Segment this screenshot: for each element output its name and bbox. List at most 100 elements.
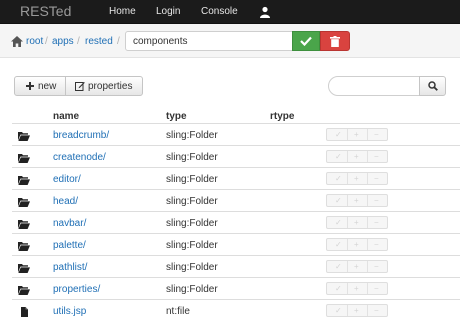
node-name-link[interactable]: utils.jsp [53, 306, 86, 317]
node-name-link[interactable]: navbar/ [53, 218, 86, 229]
table-row[interactable]: navbar/sling:Folder ✓ + − [12, 211, 460, 233]
breadcrumb: root / apps / rested / [0, 24, 460, 58]
breadcrumb-separator: / [117, 36, 120, 47]
check-icon[interactable]: ✓ [335, 174, 342, 183]
row-action-group: ✓ + − [326, 238, 388, 251]
breadcrumb-root[interactable]: root [26, 36, 43, 47]
table-row[interactable]: createnode/sling:Folder ✓ + − [12, 145, 460, 167]
folder-open-icon [18, 198, 30, 207]
row-action-group: ✓ + − [326, 128, 388, 141]
table-row[interactable]: head/sling:Folder ✓ + − [12, 189, 460, 211]
folder-open-icon [18, 132, 30, 141]
plus-icon[interactable]: + [354, 130, 359, 139]
row-action-group: ✓ + − [326, 304, 388, 317]
plus-icon[interactable]: + [354, 196, 359, 205]
properties-button[interactable]: properties [65, 76, 143, 96]
search-input[interactable] [328, 76, 420, 96]
table-row[interactable]: breadcrumb/sling:Folder ✓ + − [12, 123, 460, 145]
trash-icon [330, 36, 340, 47]
node-type: sling:Folder [166, 196, 218, 207]
user-icon[interactable] [259, 6, 271, 18]
check-icon[interactable]: ✓ [335, 196, 342, 205]
plus-icon[interactable]: + [354, 240, 359, 249]
table-row[interactable]: editor/sling:Folder ✓ + − [12, 167, 460, 189]
node-name-link[interactable]: createnode/ [53, 152, 106, 163]
plus-icon[interactable]: + [354, 262, 359, 271]
new-button-label: new [38, 81, 57, 92]
check-icon [300, 36, 312, 46]
minus-icon[interactable]: − [374, 240, 379, 249]
search-icon [428, 81, 438, 91]
node-name-link[interactable]: head/ [53, 196, 78, 207]
minus-icon[interactable]: − [374, 262, 379, 271]
node-type: sling:Folder [166, 174, 218, 185]
brand-logo[interactable]: RESTed [20, 3, 71, 19]
table-row[interactable]: pathlist/sling:Folder ✓ + − [12, 255, 460, 277]
row-action-group: ✓ + − [326, 216, 388, 229]
plus-icon[interactable]: + [354, 174, 359, 183]
column-header-type[interactable]: type [166, 111, 187, 122]
edit-icon [75, 82, 85, 91]
folder-open-icon [18, 264, 30, 273]
check-icon[interactable]: ✓ [335, 240, 342, 249]
minus-icon[interactable]: − [374, 152, 379, 161]
node-type: sling:Folder [166, 130, 218, 141]
node-type: sling:Folder [166, 284, 218, 295]
folder-open-icon [18, 286, 30, 295]
folder-open-icon [18, 242, 30, 251]
row-action-group: ✓ + − [326, 260, 388, 273]
check-icon[interactable]: ✓ [335, 262, 342, 271]
node-type: sling:Folder [166, 152, 218, 163]
check-icon[interactable]: ✓ [335, 218, 342, 227]
plus-icon [26, 82, 34, 90]
nav-login-link[interactable]: Login [156, 6, 180, 17]
row-action-group: ✓ + − [326, 194, 388, 207]
search-button[interactable] [419, 76, 446, 96]
table-row[interactable]: utils.jsp nt:file ✓ + − [12, 299, 460, 321]
minus-icon[interactable]: − [374, 130, 379, 139]
breadcrumb-separator: / [45, 36, 48, 47]
folder-open-icon [18, 220, 30, 229]
column-header-name[interactable]: name [53, 111, 79, 122]
plus-icon[interactable]: + [354, 152, 359, 161]
confirm-path-button[interactable] [292, 31, 320, 51]
delete-node-button[interactable] [320, 31, 350, 51]
node-name-link[interactable]: editor/ [53, 174, 81, 185]
path-input[interactable] [125, 31, 293, 51]
minus-icon[interactable]: − [374, 218, 379, 227]
check-icon[interactable]: ✓ [335, 152, 342, 161]
check-icon[interactable]: ✓ [335, 284, 342, 293]
row-action-group: ✓ + − [326, 172, 388, 185]
breadcrumb-apps[interactable]: apps [52, 36, 74, 47]
node-name-link[interactable]: palette/ [53, 240, 86, 251]
row-action-group: ✓ + − [326, 282, 388, 295]
minus-icon[interactable]: − [374, 196, 379, 205]
node-name-link[interactable]: properties/ [53, 284, 100, 295]
table-row[interactable]: properties/sling:Folder ✓ + − [12, 277, 460, 299]
plus-icon[interactable]: + [354, 284, 359, 293]
check-icon[interactable]: ✓ [335, 130, 342, 139]
table-row[interactable]: palette/sling:Folder ✓ + − [12, 233, 460, 255]
nav-console-link[interactable]: Console [201, 6, 238, 17]
node-type: sling:Folder [166, 218, 218, 229]
nav-home-link[interactable]: Home [109, 6, 136, 17]
home-icon[interactable] [11, 36, 23, 47]
folder-open-icon [18, 154, 30, 163]
plus-icon[interactable]: + [354, 218, 359, 227]
node-type: sling:Folder [166, 262, 218, 273]
node-name-link[interactable]: pathlist/ [53, 262, 87, 273]
row-action-group: ✓ + − [326, 150, 388, 163]
breadcrumb-rested[interactable]: rested [85, 36, 113, 47]
node-type: sling:Folder [166, 240, 218, 251]
minus-icon[interactable]: − [374, 174, 379, 183]
column-header-rtype[interactable]: rtype [270, 111, 294, 122]
breadcrumb-separator: / [77, 36, 80, 47]
properties-button-label: properties [88, 81, 133, 92]
node-name-link[interactable]: breadcrumb/ [53, 130, 109, 141]
check-icon[interactable]: ✓ [335, 306, 342, 315]
minus-icon[interactable]: − [374, 284, 379, 293]
folder-open-icon [18, 176, 30, 185]
minus-icon[interactable]: − [374, 306, 379, 315]
new-node-button[interactable]: new [14, 76, 66, 96]
plus-icon[interactable]: + [354, 306, 359, 315]
